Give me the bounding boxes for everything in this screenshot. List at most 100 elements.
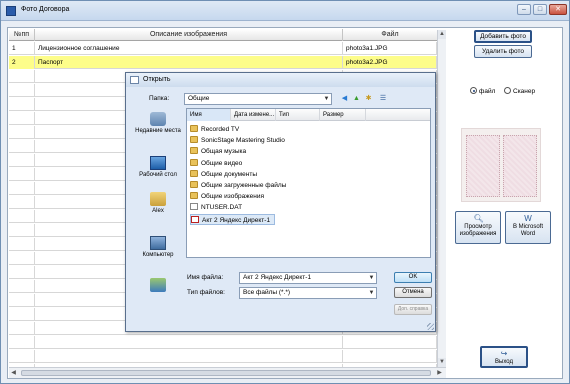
file-item-name: Общая музыка bbox=[201, 148, 247, 156]
file-icon bbox=[190, 203, 198, 211]
file-item-name: Акт 2 Яндекс Директ-1 bbox=[202, 216, 271, 224]
table-row[interactable]: 1 Лицензионное соглашение photo3a1.JPG bbox=[9, 42, 446, 55]
word-icon: W bbox=[524, 214, 532, 223]
filename-input[interactable]: Акт 2 Яндекс Директ-1 ▼ bbox=[239, 272, 377, 284]
radio-selected-icon bbox=[470, 87, 477, 94]
title-bar: Фото Договора – □ ✕ bbox=[1, 1, 569, 21]
table-row-selected[interactable]: 2 Паспорт photo3a2.JPG bbox=[9, 56, 446, 69]
maximize-button[interactable]: □ bbox=[533, 4, 547, 15]
file-item[interactable]: Recorded TV bbox=[190, 124, 239, 135]
filetype-select[interactable]: Все файлы (*.*) ▼ bbox=[239, 287, 377, 299]
column-date[interactable]: Дата измене... bbox=[231, 109, 276, 121]
empty-cell bbox=[9, 294, 35, 307]
empty-cell bbox=[9, 336, 35, 349]
column-type[interactable]: Тип bbox=[276, 109, 320, 121]
place-network[interactable] bbox=[131, 278, 185, 294]
filetype-value: Все файлы (*.*) bbox=[243, 289, 291, 296]
dialog-window-icon bbox=[130, 76, 139, 84]
passport-page-right bbox=[503, 135, 537, 197]
empty-cell bbox=[35, 350, 343, 363]
row-description: Лицензионное соглашение bbox=[35, 42, 343, 55]
help-button[interactable]: Доп. справка bbox=[394, 304, 432, 315]
horizontal-scroll-thumb[interactable] bbox=[21, 370, 431, 376]
folder-icon bbox=[190, 169, 198, 177]
column-name[interactable]: Имя bbox=[187, 109, 231, 121]
column-header-description[interactable]: Описание изображения bbox=[35, 29, 343, 41]
column-size[interactable]: Размер bbox=[320, 109, 366, 121]
view-menu-icon[interactable]: ☰ bbox=[377, 94, 389, 103]
empty-cell bbox=[9, 224, 35, 237]
empty-cell bbox=[9, 182, 35, 195]
table-row-empty[interactable] bbox=[9, 336, 446, 349]
filename-value: Акт 2 Яндекс Директ-1 bbox=[243, 274, 312, 281]
empty-cell bbox=[9, 266, 35, 279]
exit-icon: ↪ bbox=[500, 349, 508, 358]
folder-label: Папка: bbox=[149, 95, 170, 102]
file-item[interactable]: Общие загруженные файлы bbox=[190, 180, 286, 191]
chevron-down-icon[interactable]: ▼ bbox=[367, 273, 376, 283]
scroll-down-arrow-icon[interactable]: ▼ bbox=[438, 358, 446, 367]
empty-cell bbox=[9, 196, 35, 209]
minimize-button[interactable]: – bbox=[517, 4, 531, 15]
scroll-up-arrow-icon[interactable]: ▲ bbox=[438, 30, 446, 39]
empty-cell bbox=[9, 210, 35, 223]
open-in-word-label: В Microsoft Word bbox=[512, 224, 543, 237]
horizontal-scrollbar[interactable]: ◀ ▶ bbox=[9, 367, 446, 378]
empty-cell bbox=[9, 168, 35, 181]
file-item-selected[interactable]: Акт 2 Яндекс Директ-1 bbox=[190, 213, 276, 225]
file-item-name: Recorded TV bbox=[201, 126, 240, 133]
new-folder-icon[interactable]: ✱ bbox=[364, 94, 373, 103]
file-item[interactable]: Общие документы bbox=[190, 169, 257, 180]
up-folder-icon[interactable]: ▲ bbox=[352, 94, 361, 103]
place-recent[interactable]: Недавние места bbox=[131, 112, 185, 135]
radio-file[interactable]: файл bbox=[470, 87, 495, 96]
exit-button[interactable]: ↪ Выход bbox=[480, 346, 528, 368]
scroll-right-arrow-icon[interactable]: ▶ bbox=[435, 369, 444, 377]
empty-cell bbox=[9, 280, 35, 293]
file-item[interactable]: SonicStage Mastering Studio bbox=[190, 135, 285, 146]
empty-cell bbox=[9, 126, 35, 139]
folder-icon bbox=[190, 181, 198, 188]
column-header-num[interactable]: №пп bbox=[9, 29, 35, 41]
scroll-left-arrow-icon[interactable]: ◀ bbox=[9, 369, 18, 377]
chevron-down-icon[interactable]: ▼ bbox=[367, 288, 376, 298]
file-item[interactable]: Общая музыка bbox=[190, 146, 246, 157]
chevron-down-icon[interactable]: ▼ bbox=[322, 94, 331, 104]
row-description: Паспорт bbox=[35, 56, 343, 69]
empty-cell bbox=[9, 238, 35, 251]
table-row-empty[interactable] bbox=[9, 350, 446, 363]
back-icon[interactable]: ◀ bbox=[340, 94, 349, 103]
file-item[interactable]: NTUSER.DAT bbox=[190, 202, 242, 213]
close-button[interactable]: ✕ bbox=[549, 4, 567, 15]
magnifier-icon: 🔍︎ bbox=[473, 214, 484, 223]
desktop-icon bbox=[150, 156, 166, 170]
view-image-label: Просмотр изображения bbox=[459, 224, 497, 237]
empty-cell bbox=[343, 350, 437, 363]
row-file: photo3a2.JPG bbox=[343, 56, 437, 69]
folder-value: Общие bbox=[188, 95, 210, 102]
radio-scanner[interactable]: Сканер bbox=[504, 87, 535, 96]
column-header-file[interactable]: Файл bbox=[343, 29, 437, 41]
open-in-word-button[interactable]: W В Microsoft Word bbox=[505, 211, 551, 244]
folder-combobox[interactable]: Общие ▼ bbox=[184, 93, 332, 105]
vertical-scrollbar[interactable]: ▲ ▼ bbox=[437, 30, 446, 367]
file-list: Имя Дата измене... Тип Размер Recorded T… bbox=[186, 108, 431, 258]
delete-photo-button[interactable]: Удалить фото bbox=[474, 45, 532, 58]
resize-grip-icon[interactable] bbox=[427, 323, 434, 330]
place-computer[interactable]: Компьютер bbox=[131, 236, 185, 259]
ok-button[interactable]: OK bbox=[394, 272, 432, 283]
file-list-header: Имя Дата измене... Тип Размер bbox=[187, 109, 430, 121]
file-item[interactable]: Общие изображения bbox=[190, 191, 264, 202]
folder-icon bbox=[190, 158, 198, 166]
folder-icon bbox=[190, 147, 198, 155]
add-photo-button[interactable]: Добавить фото bbox=[474, 30, 532, 43]
place-user[interactable]: Alex bbox=[131, 192, 185, 215]
place-desktop[interactable]: Рабочий стол bbox=[131, 156, 185, 179]
empty-cell bbox=[35, 336, 343, 349]
file-item-name: SonicStage Mastering Studio bbox=[201, 137, 285, 145]
open-file-dialog: Открыть Папка: Общие ▼ ◀ ▲ ✱ ☰ Недавние … bbox=[125, 72, 436, 332]
view-image-button[interactable]: 🔍︎ Просмотр изображения bbox=[455, 211, 501, 244]
file-item[interactable]: Общие видео bbox=[190, 158, 242, 169]
row-num: 1 bbox=[9, 42, 35, 55]
cancel-button[interactable]: Отмена bbox=[394, 287, 432, 298]
